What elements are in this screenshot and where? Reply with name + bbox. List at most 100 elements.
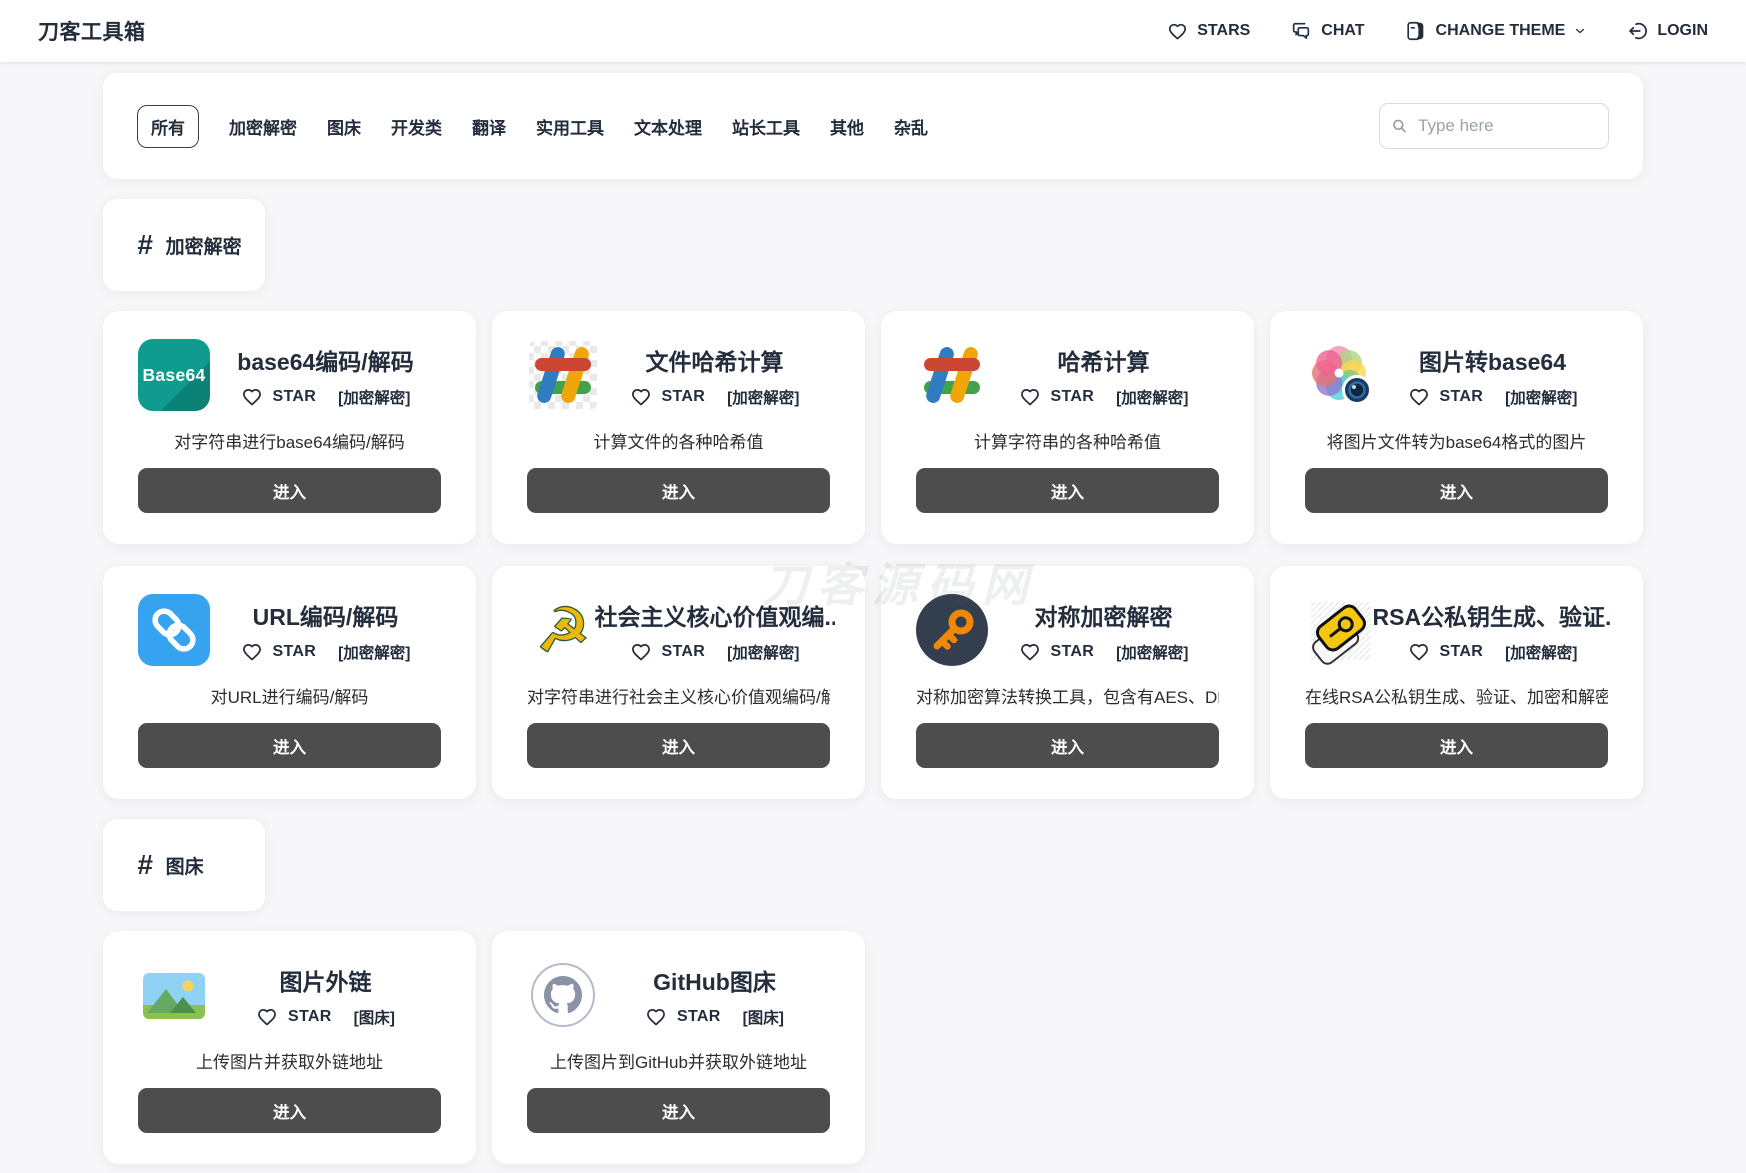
enter-button[interactable]: 进入 — [916, 468, 1219, 513]
tool-card-header: RSA公私钥生成、验证... STAR [加密解密] — [1305, 594, 1608, 666]
enter-button[interactable]: 进入 — [1305, 723, 1608, 768]
rsa-tag-icon — [1305, 594, 1377, 666]
tool-description: 对字符串进行社会主义核心价值观编码/解... — [527, 683, 830, 708]
nav-label: CHAT — [1321, 22, 1364, 40]
tool-category-tag[interactable]: [图床] — [354, 1006, 395, 1028]
enter-button[interactable]: 进入 — [916, 723, 1219, 768]
tool-title: 对称加密解密 — [1035, 598, 1173, 632]
star-button[interactable]: STAR — [241, 641, 317, 663]
filter-tab[interactable]: 翻译 — [472, 106, 506, 147]
image-link-icon — [138, 959, 210, 1031]
tool-category-tag[interactable]: [加密解密] — [1116, 641, 1188, 663]
enter-button[interactable]: 进入 — [527, 1088, 830, 1133]
tool-card: URL编码/解码 STAR [加密解密] 对URL进行编码/解码 进入 — [103, 566, 476, 799]
tool-description: 对URL进行编码/解码 — [138, 683, 441, 708]
search-input[interactable] — [1379, 103, 1609, 149]
tool-card-header: 图片转base64 STAR [加密解密] — [1305, 339, 1608, 411]
site-logo[interactable]: 刀客工具箱 — [38, 16, 146, 46]
nav-login[interactable]: LOGIN — [1626, 20, 1708, 42]
tool-card-header: URL编码/解码 STAR [加密解密] — [138, 594, 441, 666]
image-to-base64-icon — [1305, 339, 1377, 411]
tool-card: 图片外链 STAR [图床] 上传图片并获取外链地址 进入 — [103, 931, 476, 1164]
tool-description: 在线RSA公私钥生成、验证、加密和解密 — [1305, 683, 1608, 708]
heart-icon — [630, 641, 652, 663]
section-title: 加密解密 — [166, 232, 242, 259]
star-button[interactable]: STAR — [1408, 386, 1484, 408]
filter-tab[interactable]: 加密解密 — [229, 106, 297, 147]
star-button[interactable]: STAR — [645, 1006, 721, 1028]
github-icon — [527, 959, 599, 1031]
tool-category-tag[interactable]: [图床] — [743, 1006, 784, 1028]
heart-icon — [241, 641, 263, 663]
tool-title: GitHub图床 — [653, 963, 776, 997]
navbar: 刀客工具箱 STARS CHAT CHANGE THEME LOGIN — [0, 0, 1746, 62]
tool-title: 社会主义核心价值观编... — [595, 598, 835, 632]
star-button[interactable]: STAR — [630, 641, 706, 663]
tool-card: 哈希计算 STAR [加密解密] 计算字符串的各种哈希值 进入 — [881, 311, 1254, 544]
star-button[interactable]: STAR — [630, 386, 706, 408]
filter-tab[interactable]: 文本处理 — [634, 106, 702, 147]
filter-tab[interactable]: 其他 — [830, 106, 864, 147]
tool-category-tag[interactable]: [加密解密] — [1505, 641, 1577, 663]
filter-tab[interactable]: 开发类 — [391, 106, 442, 147]
star-label: STAR — [677, 1008, 721, 1026]
theme-icon — [1405, 20, 1427, 42]
tool-description: 计算文件的各种哈希值 — [527, 428, 830, 453]
star-button[interactable]: STAR — [1408, 641, 1484, 663]
tool-category-tag[interactable]: [加密解密] — [338, 641, 410, 663]
filter-tab[interactable]: 图床 — [327, 106, 361, 147]
heart-icon — [256, 1006, 278, 1028]
tool-card: 文件哈希计算 STAR [加密解密] 计算文件的各种哈希值 进入 — [492, 311, 865, 544]
star-button[interactable]: STAR — [1019, 386, 1095, 408]
tool-description: 将图片文件转为base64格式的图片 — [1305, 428, 1608, 453]
filter-tab[interactable]: 实用工具 — [536, 106, 604, 147]
base64-icon: Base64 — [138, 339, 210, 411]
star-button[interactable]: STAR — [241, 386, 317, 408]
tool-title: URL编码/解码 — [253, 598, 399, 632]
star-button[interactable]: STAR — [256, 1006, 332, 1028]
hash-icon — [916, 339, 988, 411]
tool-card: 图片转base64 STAR [加密解密] 将图片文件转为base64格式的图片… — [1270, 311, 1643, 544]
nav-change-theme[interactable]: CHANGE THEME — [1405, 20, 1587, 42]
star-label: STAR — [662, 388, 706, 406]
enter-button[interactable]: 进入 — [527, 468, 830, 513]
heart-icon — [1408, 386, 1430, 408]
navbar-menu: STARS CHAT CHANGE THEME LOGIN — [1167, 20, 1708, 42]
main: 所有加密解密图床开发类翻译实用工具文本处理站长工具其他杂乱 # 加密解密 Bas… — [103, 73, 1643, 1164]
tool-category-tag[interactable]: [加密解密] — [1116, 386, 1188, 408]
svg-text:☭: ☭ — [536, 596, 590, 666]
heart-icon — [241, 386, 263, 408]
tool-category-tag[interactable]: [加密解密] — [727, 641, 799, 663]
enter-button[interactable]: 进入 — [1305, 468, 1608, 513]
hammer-sickle-icon: ☭ — [527, 594, 599, 666]
tool-category-tag[interactable]: [加密解密] — [338, 386, 410, 408]
search-icon — [1390, 117, 1409, 136]
hash-icon: # — [137, 229, 153, 261]
enter-button[interactable]: 进入 — [138, 468, 441, 513]
heart-icon — [1408, 641, 1430, 663]
star-label: STAR — [273, 643, 317, 661]
card-grid: Base64 base64编码/解码 STAR [加密解密] 对字符串进行bas… — [103, 311, 1643, 799]
hash-icon: # — [137, 849, 153, 881]
tool-category-tag[interactable]: [加密解密] — [727, 386, 799, 408]
star-button[interactable]: STAR — [1019, 641, 1095, 663]
heart-icon — [645, 1006, 667, 1028]
tool-description: 上传图片并获取外链地址 — [138, 1048, 441, 1073]
nav-label: LOGIN — [1657, 22, 1708, 40]
tool-category-tag[interactable]: [加密解密] — [1505, 386, 1577, 408]
enter-button[interactable]: 进入 — [527, 723, 830, 768]
tool-description: 上传图片到GitHub并获取外链地址 — [527, 1048, 830, 1073]
tool-card-header: ☭ 社会主义核心价值观编... STAR [加密解密] — [527, 594, 830, 666]
enter-button[interactable]: 进入 — [138, 723, 441, 768]
key-icon — [916, 594, 988, 666]
filter-tab[interactable]: 杂乱 — [894, 106, 928, 147]
tool-title: 文件哈希计算 — [646, 343, 784, 377]
nav-label: CHANGE THEME — [1436, 22, 1566, 40]
nav-stars[interactable]: STARS — [1167, 21, 1250, 42]
filter-tabs: 所有加密解密图床开发类翻译实用工具文本处理站长工具其他杂乱 — [137, 105, 928, 148]
filter-tab[interactable]: 所有 — [137, 105, 199, 148]
filter-tab[interactable]: 站长工具 — [732, 106, 800, 147]
nav-chat[interactable]: CHAT — [1290, 20, 1364, 42]
tool-card: ☭ 社会主义核心价值观编... STAR [加密解密] 对字符串进行社会主义核心… — [492, 566, 865, 799]
enter-button[interactable]: 进入 — [138, 1088, 441, 1133]
